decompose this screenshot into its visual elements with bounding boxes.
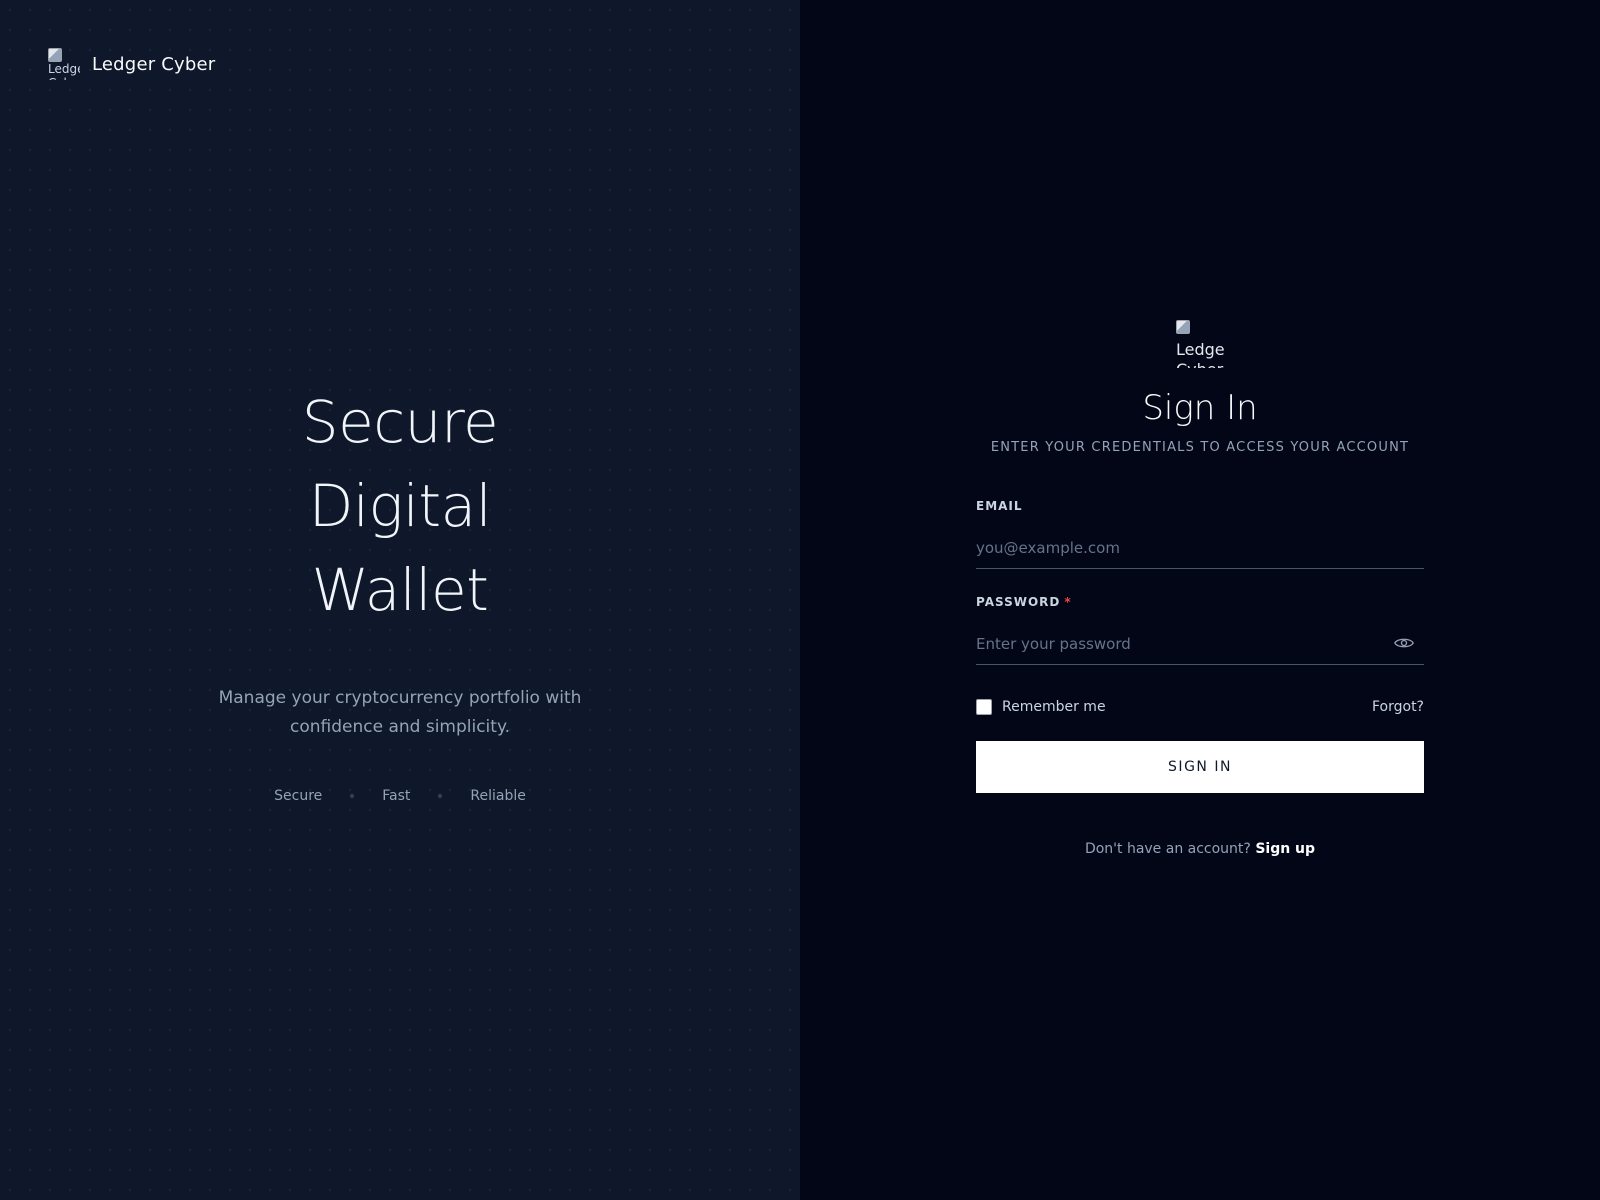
password-label: PASSWORD * [976,595,1424,609]
separator-dot [438,794,443,798]
hero-heading: Secure Digital Wallet [0,380,800,632]
brand-logo-alt: Ledger Cyber [48,62,80,80]
password-input[interactable] [976,623,1424,664]
remember-label: Remember me [1002,699,1106,715]
remember-checkbox[interactable] [976,699,992,715]
brand-name: Ledger Cyber [92,53,216,75]
separator-dot [350,794,355,798]
hero-panel: Ledger Cyber Ledger Cyber Secure Digital… [0,0,800,1200]
feature-secure: Secure [274,788,323,804]
broken-image-icon [48,48,62,62]
signin-form: Ledger Cyber Sign In ENTER YOUR CREDENTI… [976,320,1424,857]
feature-fast: Fast [382,788,411,804]
eye-icon[interactable] [1394,635,1414,651]
password-input-row [976,623,1424,665]
hero-subtitle: Manage your cryptocurrency portfolio wit… [218,688,582,737]
feature-reliable: Reliable [470,788,526,804]
remember-me[interactable]: Remember me [976,699,1106,715]
remember-row: Remember me Forgot? [976,699,1424,715]
password-label-text: PASSWORD [976,595,1061,609]
hero-line-3: Wallet [311,556,489,624]
broken-image-icon [1176,320,1190,334]
sign-up-link[interactable]: Sign up [1255,841,1315,857]
email-input-row [976,527,1424,569]
feature-list: Secure Fast Reliable [0,788,800,804]
form-logo: Ledger Cyber [1176,320,1224,368]
required-mark: * [1064,595,1072,609]
brand-logo: Ledger Cyber [48,48,80,80]
email-field-group: EMAIL [976,499,1424,569]
signup-prompt-text: Don't have an account? [1084,841,1251,857]
password-field-group: PASSWORD * [976,595,1424,665]
signup-prompt: Don't have an account? Sign up [976,841,1424,857]
hero-line-1: Secure [301,388,499,456]
page-title: Sign In [1142,388,1258,428]
form-logo-alt: Ledger Cyber [1176,340,1224,368]
page-subtitle: ENTER YOUR CREDENTIALS TO ACCESS YOUR AC… [990,440,1410,455]
hero-line-2: Digital [308,472,492,540]
email-label: EMAIL [976,499,1023,513]
sign-in-button[interactable]: SIGN IN [976,741,1424,793]
email-input[interactable] [976,527,1424,568]
forgot-password-link[interactable]: Forgot? [1372,699,1424,715]
brand[interactable]: Ledger Cyber Ledger Cyber [48,48,215,80]
